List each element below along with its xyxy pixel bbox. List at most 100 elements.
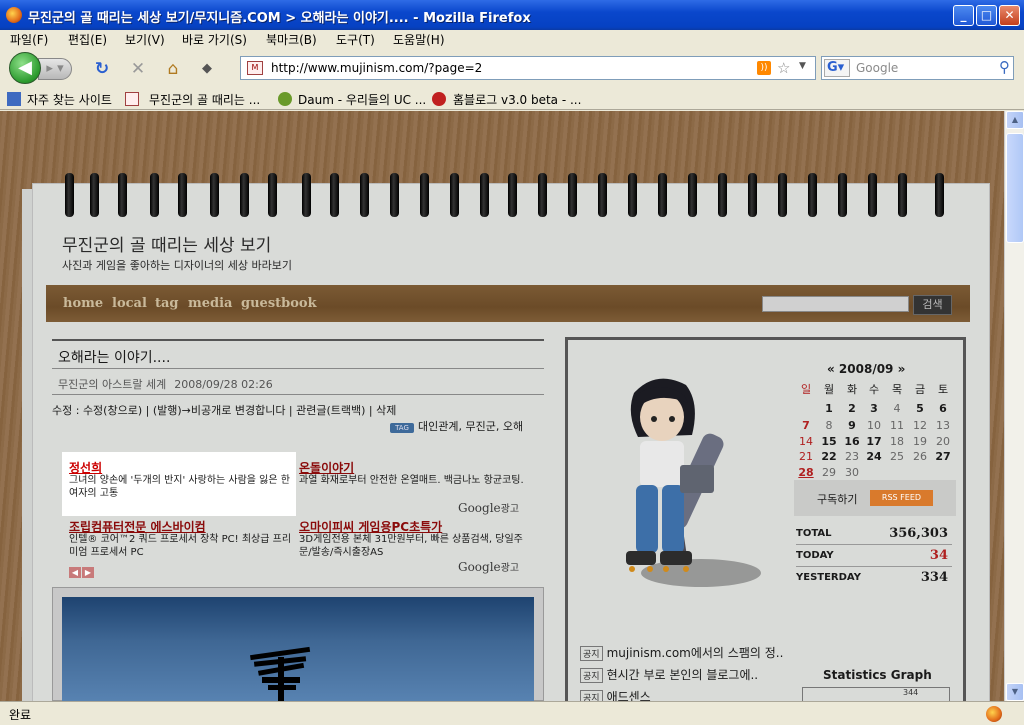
calendar-day[interactable]: 15 bbox=[818, 435, 840, 448]
blog-title[interactable]: 무진군의 골 때리는 세상 보기 bbox=[62, 231, 271, 256]
photo-silhouette bbox=[250, 646, 311, 701]
divider bbox=[796, 544, 952, 545]
bookmark-homeblog[interactable]: 홈블로그 v3.0 beta - ... bbox=[453, 91, 581, 108]
google-engine-icon[interactable]: G▾ bbox=[824, 59, 850, 77]
notice-item[interactable]: 공지 애드센스 bbox=[580, 688, 651, 701]
nav-tag[interactable]: tag bbox=[155, 296, 179, 311]
page-content: 무진군의 골 때리는 세상 보기 사진과 게임을 좋아하는 디자이너의 세상 바… bbox=[0, 111, 1004, 701]
post-tags: TAG 대인관계, 무진군, 오해 bbox=[390, 418, 523, 434]
menu-bar: 파일(F) 편집(E) 보기(V) 바로 가기(S) 북마크(B) 도구(T) … bbox=[0, 30, 1024, 48]
spiral-ring bbox=[508, 173, 517, 217]
addon-icon[interactable]: ◆ bbox=[196, 58, 218, 80]
menu-tools[interactable]: 도구(T) bbox=[336, 31, 375, 48]
star-icon[interactable]: ☆ bbox=[777, 59, 790, 77]
calendar-day[interactable]: 2 bbox=[841, 402, 863, 415]
google-ads-label[interactable]: Google광고 bbox=[458, 500, 519, 515]
calendar-day[interactable]: 22 bbox=[818, 450, 840, 463]
blog-search-input[interactable] bbox=[762, 296, 909, 312]
minimize-button[interactable]: _ bbox=[953, 5, 974, 26]
post-actions[interactable]: 수정 : 수정(창으로) | (발행)→비공개로 변경합니다 | 관련글(트랙백… bbox=[52, 402, 396, 418]
divider bbox=[52, 339, 544, 341]
post-category[interactable]: 무진군의 아스트랄 세계 bbox=[58, 378, 166, 391]
search-icon[interactable]: ⚲ bbox=[999, 58, 1010, 76]
subscribe-label: 구독하기 bbox=[817, 493, 858, 506]
mujinism-favicon bbox=[125, 92, 139, 106]
calendar-day[interactable]: 7 bbox=[795, 419, 817, 432]
menu-go[interactable]: 바로 가기(S) bbox=[182, 31, 247, 48]
spiral-ring bbox=[718, 173, 727, 217]
notice-text[interactable]: 현시간 부로 본인의 블로그에.. bbox=[607, 668, 759, 682]
calendar-day[interactable]: 9 bbox=[841, 419, 863, 432]
search-box[interactable]: G▾ Google ⚲ bbox=[821, 56, 1014, 80]
calendar-day[interactable]: 27 bbox=[932, 450, 954, 463]
spiral-ring bbox=[118, 173, 127, 217]
ad-description: 인텔® 코어™2 쿼드 프로세서 장착 PC! 최상급 프리미엄 프로세서 PC bbox=[69, 534, 292, 558]
counter-total: TOTAL 356,303 bbox=[796, 526, 952, 541]
rss-feed-button[interactable]: RSS FEED bbox=[870, 490, 933, 506]
notice-item[interactable]: 공지 현시간 부로 본인의 블로그에.. bbox=[580, 666, 758, 683]
notice-text[interactable]: 애드센스 bbox=[607, 690, 651, 701]
calendar-day[interactable]: 5 bbox=[909, 402, 931, 415]
bookmark-daum[interactable]: Daum - 우리들의 UC ... bbox=[298, 91, 426, 108]
counter-label: YESTERDAY bbox=[796, 572, 861, 583]
url-text[interactable]: http://www.mujinism.com/?page=2 bbox=[271, 61, 482, 75]
address-bar[interactable]: M http://www.mujinism.com/?page=2 )) ☆ ▼ bbox=[240, 56, 816, 80]
menu-help[interactable]: 도움말(H) bbox=[393, 31, 445, 48]
scroll-up-icon[interactable]: ▲ bbox=[1006, 111, 1024, 129]
nav-guestbook[interactable]: guestbook bbox=[241, 296, 317, 311]
back-button[interactable]: ◀ bbox=[9, 52, 41, 84]
nav-home[interactable]: home bbox=[63, 296, 103, 311]
calendar-day: 26 bbox=[913, 450, 927, 463]
notice-item[interactable]: 공지 mujinism.com에서의 스팸의 정.. bbox=[580, 644, 783, 661]
menu-view[interactable]: 보기(V) bbox=[125, 31, 165, 48]
post-meta: 무진군의 아스트랄 세계 2008/09/28 02:26 bbox=[58, 376, 273, 392]
calendar-day: 10 bbox=[867, 419, 881, 432]
reload-icon[interactable]: ↻ bbox=[91, 58, 113, 80]
spiral-ring bbox=[268, 173, 277, 217]
spiral-ring bbox=[688, 173, 697, 217]
menu-file[interactable]: 파일(F) bbox=[10, 31, 48, 48]
google-ads-label[interactable]: Google광고 bbox=[458, 559, 519, 574]
calendar-day[interactable]: 6 bbox=[932, 402, 954, 415]
bookmark-most-visited[interactable]: 자주 찾는 사이트 bbox=[27, 91, 112, 108]
calendar-day[interactable]: 24 bbox=[863, 450, 885, 463]
close-button[interactable]: ✕ bbox=[999, 5, 1020, 26]
menu-bookmarks[interactable]: 북마크(B) bbox=[266, 31, 317, 48]
statistics-title: Statistics Graph bbox=[823, 668, 932, 682]
calendar-day: 20 bbox=[936, 435, 950, 448]
stop-icon[interactable]: ✕ bbox=[127, 58, 149, 80]
nav-local[interactable]: local bbox=[112, 296, 147, 311]
scroll-thumb[interactable] bbox=[1006, 133, 1024, 243]
ad-prev-icon[interactable]: ◀ bbox=[69, 567, 81, 578]
divider bbox=[796, 566, 952, 567]
spiral-ring bbox=[748, 173, 757, 217]
rss-icon[interactable]: )) bbox=[757, 61, 771, 75]
calendar-header[interactable]: « 2008/09 » bbox=[827, 362, 905, 376]
calendar-day[interactable]: 16 bbox=[841, 435, 863, 448]
notice-tag: 공지 bbox=[580, 668, 603, 683]
calendar-day[interactable]: 17 bbox=[863, 435, 885, 448]
counter-label: TODAY bbox=[796, 550, 834, 561]
chevron-down-icon[interactable]: ▼ bbox=[799, 61, 806, 71]
window-title: 무진군의 골 때리는 세상 보기/무지니즘.COM > 오해라는 이야기....… bbox=[28, 11, 531, 26]
spiral-ring bbox=[65, 173, 74, 217]
bookmark-mujinism[interactable]: 무진군의 골 때리는 ... bbox=[149, 91, 260, 108]
calendar-day[interactable]: 3 bbox=[863, 402, 885, 415]
calendar-day[interactable]: 1 bbox=[818, 402, 840, 415]
nav-media[interactable]: media bbox=[188, 296, 232, 311]
weekday-label: 화 bbox=[846, 383, 858, 396]
spiral-ring bbox=[935, 173, 944, 217]
notice-text[interactable]: mujinism.com에서의 스팸의 정.. bbox=[607, 646, 784, 660]
scroll-down-icon[interactable]: ▼ bbox=[1006, 683, 1024, 701]
ad-next-icon[interactable]: ▶ bbox=[82, 567, 94, 578]
statistics-graph: 344 bbox=[802, 687, 950, 701]
menu-edit[interactable]: 편집(E) bbox=[68, 31, 107, 48]
maximize-button[interactable]: □ bbox=[976, 5, 997, 26]
forward-button[interactable]: ▸ ▾ bbox=[38, 58, 72, 80]
calendar-day-today[interactable]: 28 bbox=[795, 466, 817, 479]
tag-list[interactable]: 대인관계, 무진군, 오해 bbox=[418, 420, 523, 433]
blog-search-button[interactable]: 검색 bbox=[913, 295, 952, 315]
vertical-scrollbar[interactable]: ▲ ▼ bbox=[1004, 111, 1024, 701]
post-title[interactable]: 오해라는 이야기.... bbox=[58, 347, 170, 367]
home-icon[interactable]: ⌂ bbox=[162, 58, 184, 80]
